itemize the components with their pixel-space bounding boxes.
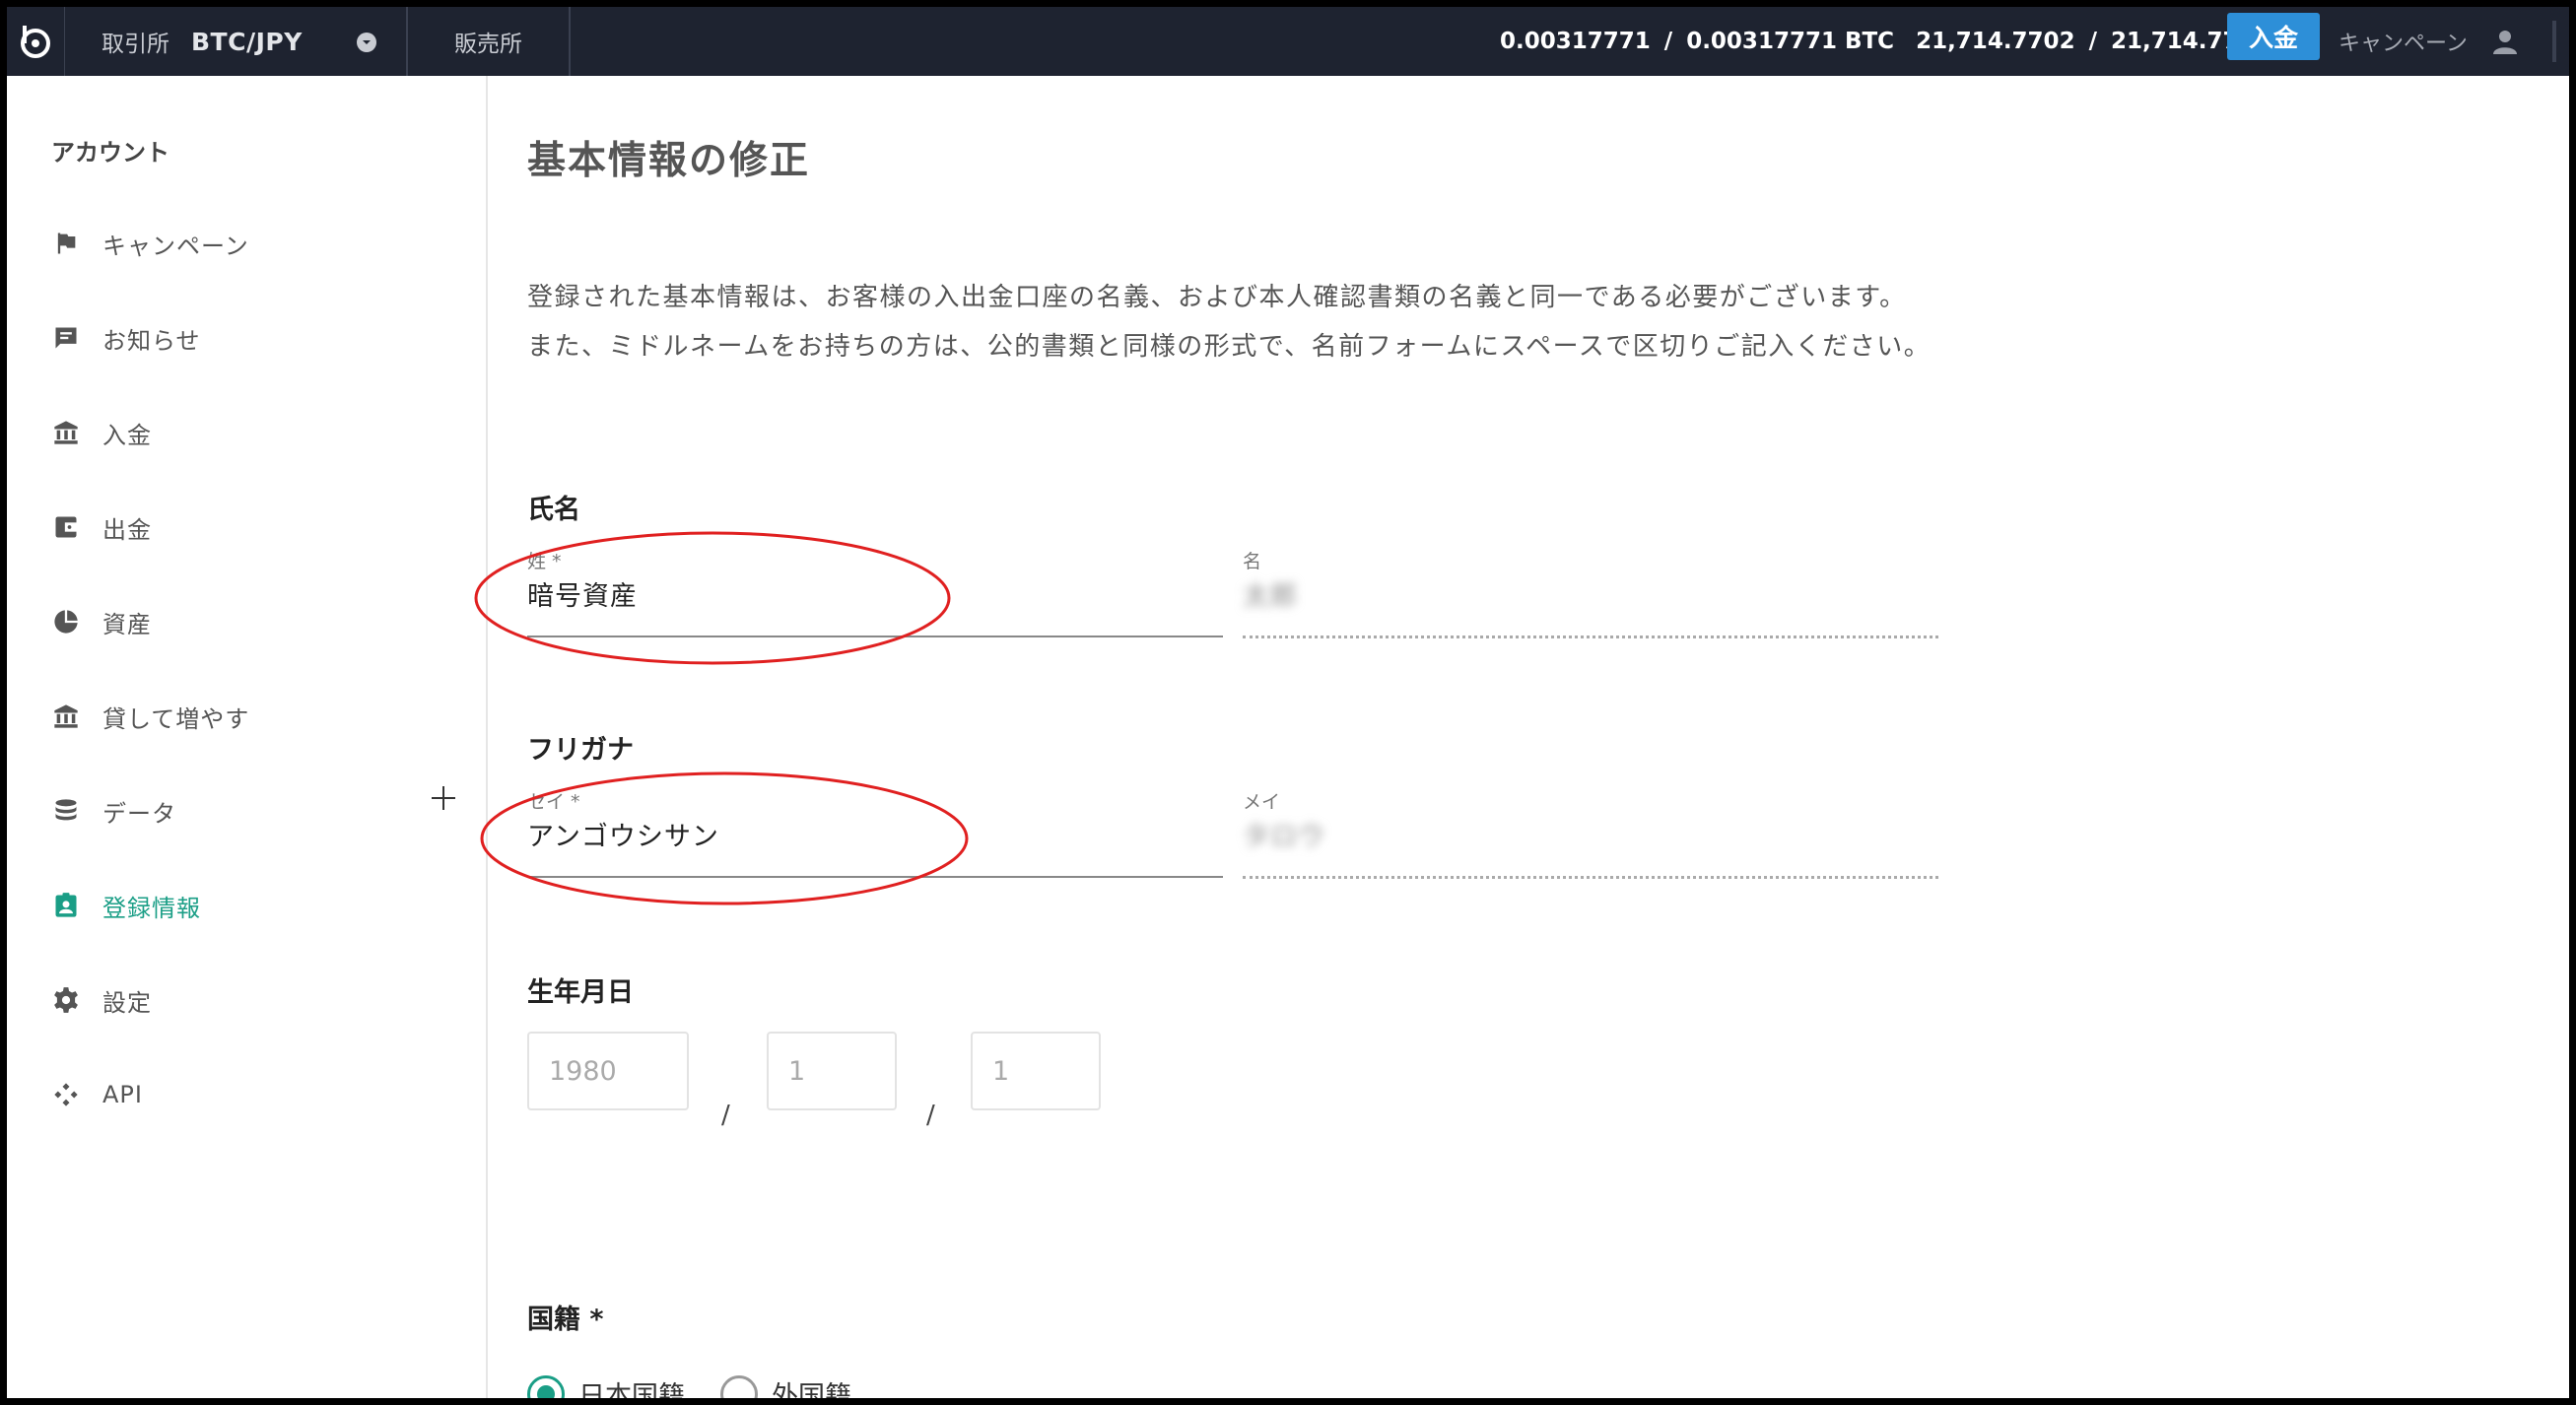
first-kana-label: メイ [1243, 791, 1281, 813]
description-line: 登録された基本情報は、お客様の入出金口座の名義、および本人確認書類の名義と同一で… [527, 283, 1907, 312]
sidebar-item-settings[interactable]: 設定 [51, 976, 152, 1024]
sidebar-item-label: 登録情報 [102, 894, 201, 922]
radio-foreign[interactable] [720, 1374, 758, 1398]
database-icon [51, 796, 81, 826]
exchange-label: 取引所 [102, 32, 169, 57]
sidebar-item-assets[interactable]: 資産 [51, 598, 152, 645]
sidebar-item-label: 入金 [102, 421, 152, 449]
bank-icon [51, 418, 81, 447]
sidebar-item-registration-info[interactable]: 登録情報 [51, 882, 201, 929]
scrollbar-handle[interactable] [2544, 21, 2564, 62]
sales-tab[interactable]: 販売所 [408, 7, 571, 76]
campaign-link[interactable]: キャンペーン [2339, 7, 2468, 76]
separator: / [2088, 29, 2097, 54]
first-name-value[interactable]: 太郎 [1243, 574, 1298, 613]
birth-year-input[interactable]: 1980 [527, 1032, 689, 1110]
flag-icon [51, 229, 81, 258]
birth-day-input[interactable]: 1 [971, 1032, 1101, 1110]
radio-japanese[interactable] [527, 1374, 565, 1398]
last-kana-label: セイ * [527, 791, 580, 813]
last-name-label: 姓 * [527, 551, 562, 572]
btc-total: 0.00317771 BTC [1686, 29, 1895, 54]
pair-value: BTC/JPY [191, 27, 303, 56]
sidebar-item-lending[interactable]: 貸して増やす [51, 693, 249, 740]
birth-month-input[interactable]: 1 [767, 1032, 897, 1110]
jpy-available: 21,714.7702 [1916, 29, 2075, 54]
sidebar-item-data[interactable]: データ [51, 787, 176, 835]
balance-display: 0.00317771 / 0.00317771 BTC 21,714.7702 … [1500, 7, 2320, 76]
last-kana-field[interactable]: セイ * アンゴウシサン [527, 787, 1223, 878]
sidebar-item-label: API [102, 1081, 143, 1108]
deposit-button[interactable]: 入金 [2227, 13, 2320, 60]
sidebar-item-label: 貸して増やす [102, 704, 250, 733]
sidebar-item-withdraw[interactable]: 出金 [51, 503, 152, 551]
radio-label: 外国籍 [772, 1381, 851, 1398]
gear-icon [51, 985, 81, 1015]
first-name-label: 名 [1243, 551, 1262, 572]
name-section-label: 氏名 [527, 495, 580, 525]
sidebar-item-label: キャンペーン [102, 232, 249, 260]
message-icon [51, 323, 81, 353]
last-name-field[interactable]: 姓 * 暗号資産 [527, 547, 1223, 637]
sidebar-item-label: 出金 [102, 515, 152, 544]
user-icon[interactable] [2490, 27, 2520, 56]
exchange-pair-selector[interactable]: 取引所 BTC/JPY [66, 7, 408, 76]
description: 登録された基本情報は、お客様の入出金口座の名義、および本人確認書類の名義と同一で… [527, 273, 1931, 371]
plus-icon[interactable] [429, 783, 458, 813]
page-title: 基本情報の修正 [527, 139, 811, 183]
top-navigation-bar: 取引所 BTC/JPY 販売所 0.00317771 / 0.00317771 … [7, 7, 2569, 76]
id-badge-icon [51, 891, 81, 920]
sidebar-item-deposit[interactable]: 入金 [51, 409, 152, 456]
sidebar-title: アカウント [51, 139, 169, 167]
sidebar-item-label: データ [102, 799, 176, 828]
sidebar-item-news[interactable]: お知らせ [51, 314, 201, 362]
date-separator: / [721, 1101, 730, 1130]
sidebar-item-campaign[interactable]: キャンペーン [51, 220, 249, 267]
bitbank-logo[interactable] [7, 7, 65, 76]
bank-icon [51, 702, 81, 731]
birth-section-label: 生年月日 [527, 977, 634, 1008]
separator: / [1663, 29, 1673, 54]
kana-section-label: フリガナ [527, 735, 634, 766]
nationality-section-label: 国籍 * [527, 1305, 604, 1335]
radio-label: 日本国籍 [578, 1381, 685, 1398]
first-kana-value[interactable]: タロウ [1243, 815, 1325, 853]
description-line: また、ミドルネームをお持ちの方は、公的書類と同様の形式で、名前フォームにスペース… [527, 332, 1932, 362]
first-name-field[interactable]: 名 太郎 [1243, 547, 1938, 638]
app-window: 取引所 BTC/JPY 販売所 0.00317771 / 0.00317771 … [7, 7, 2569, 1398]
account-sidebar: アカウント キャンペーン お知らせ 入金 出金 資産 貸して増やす データ 登録… [7, 76, 488, 1398]
logo-icon [21, 26, 50, 58]
pie-chart-icon [51, 607, 81, 636]
chevron-down-icon[interactable] [357, 33, 376, 52]
sidebar-item-api[interactable]: API [51, 1071, 143, 1118]
btc-available: 0.00317771 [1500, 29, 1651, 54]
sidebar-item-label: お知らせ [102, 326, 201, 355]
last-name-value[interactable]: 暗号資産 [527, 574, 638, 613]
last-kana-value[interactable]: アンゴウシサン [527, 815, 719, 853]
date-separator: / [926, 1101, 935, 1130]
sidebar-item-label: 資産 [102, 610, 152, 638]
sidebar-item-label: 設定 [102, 988, 152, 1017]
main-content: 基本情報の修正 登録された基本情報は、お客様の入出金口座の名義、および本人確認書… [474, 76, 2569, 1398]
nationality-radio-group: 日本国籍 外国籍 [527, 1374, 851, 1398]
wallet-icon [51, 512, 81, 542]
first-kana-field[interactable]: メイ タロウ [1243, 787, 1938, 879]
api-icon [51, 1080, 81, 1109]
